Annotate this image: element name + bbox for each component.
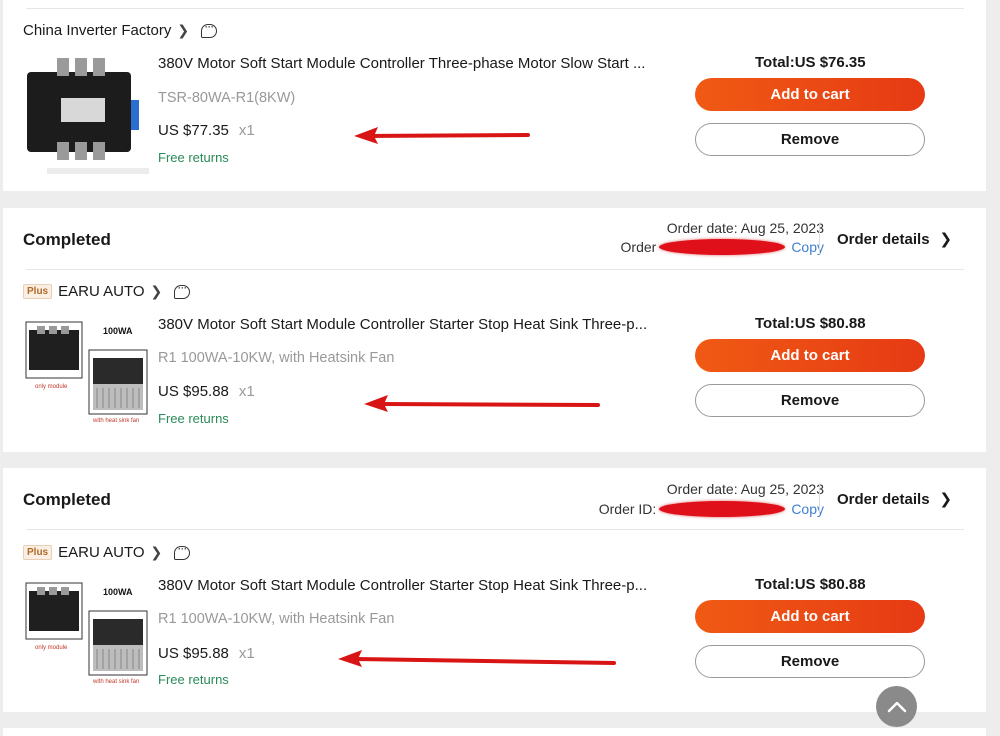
thumb-label: 100WA — [103, 587, 133, 597]
redaction-mark — [659, 239, 786, 255]
divider — [26, 8, 964, 9]
product-variant: R1 100WA-10KW, with Heatsink Fan — [158, 611, 395, 627]
product-title[interactable]: 380V Motor Soft Start Module Controller … — [158, 577, 653, 594]
store-link[interactable]: China Inverter Factory ❯ — [23, 19, 218, 39]
red-arrow-annotation — [338, 650, 616, 667]
red-arrow-annotation — [354, 127, 530, 144]
divider — [26, 529, 964, 530]
price-value: US $77.35 — [158, 122, 229, 139]
thumb-label: with heat sink fan — [92, 679, 139, 685]
order-status: Completed — [23, 490, 111, 509]
chevron-right-icon: ❯ — [150, 544, 163, 560]
free-returns: Free returns — [158, 672, 229, 687]
product-title[interactable]: 380V Motor Soft Start Module Controller … — [158, 316, 653, 333]
divider — [26, 269, 964, 270]
redaction-mark — [659, 501, 786, 517]
product-image[interactable]: 100WA only module with heat sink fan — [23, 577, 149, 703]
product-price: US $95.88 x1 — [158, 645, 255, 662]
chevron-right-icon: ❯ — [177, 22, 190, 38]
order-total: Total:US $76.35 — [755, 54, 866, 71]
price-value: US $95.88 — [158, 645, 229, 662]
thumb-label: only module — [35, 645, 68, 651]
remove-button[interactable]: Remove — [695, 123, 925, 156]
product-variant: TSR-80WA-R1(8KW) — [158, 90, 296, 106]
product-variant: R1 100WA-10KW, with Heatsink Fan — [158, 350, 395, 366]
store-name: EARU AUTO — [58, 283, 145, 300]
chevron-right-icon: ❯ — [939, 231, 953, 248]
order-details-label: Order details — [837, 230, 930, 248]
order-status: Completed — [23, 230, 111, 249]
scroll-to-top-button[interactable] — [876, 686, 917, 727]
chat-icon[interactable] — [201, 19, 218, 38]
chat-icon[interactable] — [174, 541, 191, 560]
order-id: Order Copy — [621, 239, 824, 255]
remove-button[interactable]: Remove — [695, 384, 925, 417]
store-link[interactable]: Plus EARU AUTO ❯ — [23, 280, 191, 300]
order-id: Order ID: Copy — [599, 501, 824, 517]
order-total: Total:US $80.88 — [755, 576, 866, 593]
quantity: x1 — [238, 645, 255, 662]
store-name: China Inverter Factory — [23, 22, 172, 39]
chevron-up-icon — [887, 701, 906, 712]
product-image[interactable]: 100WA only module with heat sink fan — [23, 316, 149, 442]
thumb-label: with heat sink fan — [92, 418, 139, 424]
order-details-label: Order details — [837, 490, 930, 508]
order-id-label: Order — [620, 239, 657, 255]
add-to-cart-button[interactable]: Add to cart — [695, 339, 925, 372]
add-to-cart-button[interactable]: Add to cart — [695, 600, 925, 633]
thumb-label: 100WA — [103, 326, 133, 336]
price-value: US $95.88 — [158, 383, 229, 400]
thumb-label: only module — [35, 384, 68, 390]
free-returns: Free returns — [158, 411, 229, 426]
order-id-label: Order ID: — [598, 501, 657, 517]
chevron-right-icon: ❯ — [150, 283, 163, 299]
order-details-link[interactable]: Order details ❯ — [837, 490, 953, 509]
order-date: Order date: Aug 25, 2023 — [666, 481, 824, 497]
free-returns: Free returns — [158, 150, 229, 165]
chevron-right-icon: ❯ — [939, 491, 953, 508]
store-name: EARU AUTO — [58, 544, 145, 561]
separator — [819, 483, 820, 515]
store-link[interactable]: Plus EARU AUTO ❯ — [23, 541, 191, 561]
order-date: Order date: Aug 25, 2023 — [666, 220, 824, 236]
separator — [819, 222, 820, 254]
red-arrow-annotation — [364, 395, 600, 412]
quantity: x1 — [238, 122, 255, 139]
product-price: US $95.88 x1 — [158, 383, 255, 400]
order-card — [3, 728, 986, 736]
remove-button[interactable]: Remove — [695, 645, 925, 678]
add-to-cart-button[interactable]: Add to cart — [695, 78, 925, 111]
chat-icon[interactable] — [174, 280, 191, 299]
order-total: Total:US $80.88 — [755, 315, 866, 332]
plus-badge: Plus — [23, 545, 53, 560]
product-image[interactable] — [23, 50, 149, 176]
quantity: x1 — [238, 383, 255, 400]
plus-badge: Plus — [23, 284, 53, 299]
product-title[interactable]: 380V Motor Soft Start Module Controller … — [158, 55, 653, 72]
order-details-link[interactable]: Order details ❯ — [837, 230, 953, 249]
product-price: US $77.35 x1 — [158, 122, 255, 139]
